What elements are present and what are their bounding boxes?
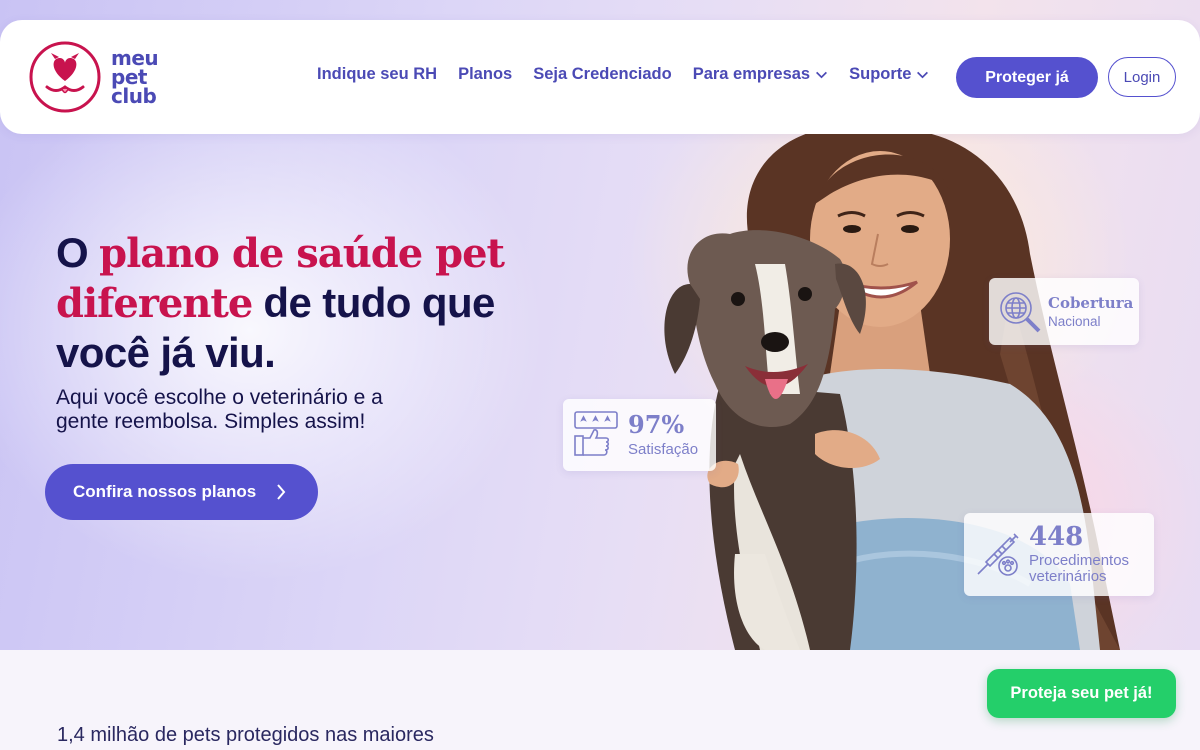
logo-text: meu pet club (111, 45, 159, 108)
site-header: meu pet club Indique seu RH Planos Seja … (0, 20, 1200, 134)
satisfaction-card: 97% Satisfação (563, 399, 716, 471)
coverage-card: Cobertura Nacional (989, 278, 1139, 345)
chevron-down-icon (917, 71, 929, 79)
hero-headline: O plano de saúde pet diferente de tudo q… (56, 229, 505, 376)
main-nav: Indique seu RH Planos Seja Credenciado P… (317, 65, 950, 84)
chevron-right-icon (277, 484, 286, 500)
see-plans-button[interactable]: Confira nossos planos (45, 464, 318, 520)
syringe-paw-icon (977, 533, 1019, 576)
protect-now-button[interactable]: Proteger já (956, 57, 1098, 98)
satisfaction-value: 97% (628, 410, 685, 439)
chevron-down-icon (816, 71, 828, 79)
nav-item-suporte[interactable]: Suporte (849, 65, 929, 84)
hero-subtext: Aqui você escolhe o veterinário e a gent… (56, 386, 383, 433)
pets-protected-text: 1,4 milhão de pets protegidos nas maiore… (57, 724, 434, 746)
globe-search-icon (1000, 292, 1041, 333)
nav-item-planos[interactable]: Planos (458, 65, 512, 84)
logo-heart-icon (29, 41, 101, 113)
login-button[interactable]: Login (1108, 57, 1176, 97)
procedures-label: Procedimentos veterinários (1029, 552, 1130, 585)
procedures-card: 448 Procedimentos veterinários (964, 513, 1154, 596)
coverage-value: Cobertura (1048, 294, 1134, 312)
logo[interactable]: meu pet club (29, 41, 159, 113)
thumbs-up-rating-icon (574, 411, 618, 456)
nav-item-para-empresas[interactable]: Para empresas (693, 65, 828, 84)
nav-item-indique-rh[interactable]: Indique seu RH (317, 65, 437, 84)
satisfaction-label: Satisfação (628, 441, 699, 458)
protect-your-pet-floating-button[interactable]: Proteja seu pet já! (987, 669, 1176, 718)
coverage-label: Nacional (1048, 314, 1101, 329)
nav-item-seja-credenciado[interactable]: Seja Credenciado (533, 65, 671, 84)
procedures-value: 448 (1029, 522, 1084, 552)
